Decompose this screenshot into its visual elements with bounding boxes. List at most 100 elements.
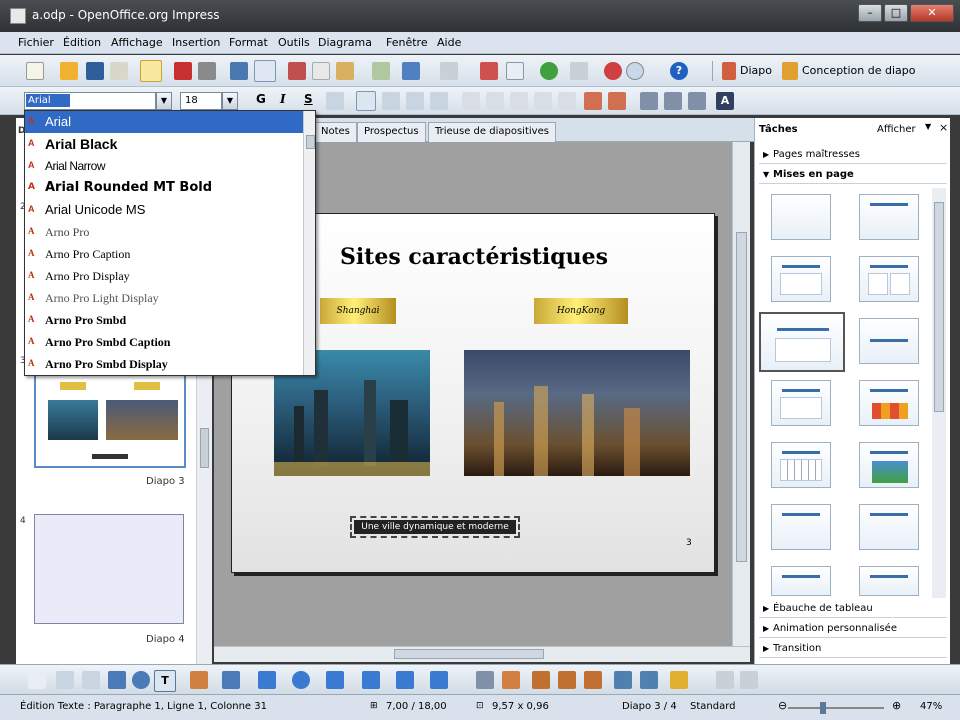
- curve-icon[interactable]: [190, 671, 208, 689]
- points-icon[interactable]: [476, 671, 494, 689]
- align-objects-icon[interactable]: [640, 671, 658, 689]
- glue-points-icon[interactable]: [502, 671, 520, 689]
- menu-outils[interactable]: Outils: [278, 36, 310, 49]
- font-list-scrollbar[interactable]: [303, 111, 315, 375]
- rectangle-icon[interactable]: [108, 671, 126, 689]
- slide-design-icon[interactable]: [782, 62, 798, 80]
- bold-button[interactable]: G: [256, 92, 266, 106]
- decrease-font-icon[interactable]: [608, 92, 626, 110]
- hongkong-label-box[interactable]: HongKong: [534, 298, 628, 324]
- menu-aide[interactable]: Aide: [437, 36, 461, 49]
- menu-fenetre[interactable]: Fenêtre: [386, 36, 428, 49]
- align-right-icon[interactable]: [406, 92, 424, 110]
- maximize-button[interactable]: □: [884, 4, 908, 22]
- print-icon[interactable]: [198, 62, 216, 80]
- auto-spellcheck-icon[interactable]: [254, 60, 276, 82]
- move-up-icon[interactable]: [534, 92, 552, 110]
- new-document-icon[interactable]: [26, 62, 44, 80]
- arrange-icon[interactable]: [670, 671, 688, 689]
- zoom-out-icon[interactable]: ⊖: [778, 699, 787, 712]
- font-option-arial-black[interactable]: A Arial Black: [25, 133, 303, 155]
- section-transition[interactable]: ▶ Transition: [759, 640, 947, 658]
- basic-shapes-icon[interactable]: [258, 671, 276, 689]
- hongkong-photo[interactable]: [464, 350, 690, 476]
- font-dropdown-button[interactable]: ▼: [156, 92, 172, 110]
- layout-chart-text[interactable]: [771, 566, 831, 596]
- status-zoom[interactable]: 47%: [920, 701, 942, 712]
- paragraph-icon[interactable]: [664, 92, 682, 110]
- clone-format-icon[interactable]: [372, 62, 390, 80]
- strike-button[interactable]: S: [304, 92, 313, 106]
- from-file-icon[interactable]: [558, 671, 576, 689]
- layout-title-only[interactable]: [859, 194, 919, 240]
- layout-text-chart[interactable]: [771, 504, 831, 550]
- font-option-arno-pro-display[interactable]: A Arno Pro Display: [25, 265, 303, 287]
- toggle-3d-icon[interactable]: [740, 671, 758, 689]
- stars-icon[interactable]: [430, 671, 448, 689]
- layout-centered-text[interactable]: [859, 318, 919, 364]
- caption-textbox[interactable]: Une ville dynamique et moderne: [350, 516, 520, 538]
- font-name-value[interactable]: Arial: [26, 94, 70, 107]
- ellipse-icon[interactable]: [132, 671, 150, 689]
- slideshow-button[interactable]: Diapo: [740, 64, 772, 77]
- bullets-icon[interactable]: [462, 92, 480, 110]
- symbol-shapes-icon[interactable]: [292, 671, 310, 689]
- menu-fichier[interactable]: Fichier: [18, 36, 54, 49]
- font-option-arno-pro-smbd[interactable]: A Arno Pro Smbd: [25, 309, 303, 331]
- callouts-icon[interactable]: [396, 671, 414, 689]
- rotate-icon[interactable]: [614, 671, 632, 689]
- promote-icon[interactable]: [486, 92, 504, 110]
- slideshow-icon[interactable]: [722, 62, 736, 80]
- copy-icon[interactable]: [312, 62, 330, 80]
- layout-title-slide-selected[interactable]: [759, 312, 845, 372]
- minimize-button[interactable]: –: [858, 4, 882, 22]
- justify-icon[interactable]: [430, 92, 448, 110]
- font-dropdown-list[interactable]: A Arial A Arial Black A Arial Narrow A Arial…: [24, 110, 316, 376]
- slide-thumbnail-3[interactable]: [34, 372, 186, 468]
- zoom-slider-thumb[interactable]: [820, 702, 826, 714]
- chart-icon[interactable]: [480, 62, 498, 80]
- line-icon[interactable]: [56, 671, 74, 689]
- character-icon[interactable]: [640, 92, 658, 110]
- increase-font-icon[interactable]: [584, 92, 602, 110]
- layout-title-chart[interactable]: [859, 380, 919, 426]
- layout-title-table[interactable]: [771, 442, 831, 488]
- hide-icon[interactable]: [604, 62, 622, 80]
- block-arrows-icon[interactable]: [326, 671, 344, 689]
- tab-slide-sorter[interactable]: Trieuse de diapositives: [428, 122, 556, 142]
- font-option-arial[interactable]: A Arial: [25, 111, 303, 133]
- align-center-icon[interactable]: [382, 92, 400, 110]
- font-size-field[interactable]: 18: [180, 92, 222, 110]
- align-left-icon[interactable]: [356, 91, 376, 111]
- section-master-pages[interactable]: ▶ Pages maîtresses: [759, 146, 947, 164]
- font-option-arno-pro-smbd-caption[interactable]: A Arno Pro Smbd Caption: [25, 331, 303, 353]
- cut-icon[interactable]: [288, 62, 306, 80]
- section-table-design[interactable]: ▶ Ébauche de tableau: [759, 600, 947, 618]
- undo-icon[interactable]: [402, 62, 420, 80]
- open-folder-icon[interactable]: [60, 62, 78, 80]
- zoom-in-icon[interactable]: ⊕: [892, 699, 901, 712]
- font-option-arno-pro-smbd-display[interactable]: A Arno Pro Smbd Display: [25, 353, 303, 375]
- help-icon[interactable]: ?: [670, 62, 688, 80]
- layout-title-picture[interactable]: [859, 442, 919, 488]
- workspace-vertical-scrollbar[interactable]: [732, 142, 750, 646]
- font-option-arno-pro-caption[interactable]: A Arno Pro Caption: [25, 243, 303, 265]
- shanghai-label-box[interactable]: Shanghai: [320, 298, 396, 324]
- flowchart-icon[interactable]: [362, 671, 380, 689]
- menu-edition[interactable]: Édition: [63, 36, 101, 49]
- close-button[interactable]: ✕: [910, 4, 954, 22]
- arrow-line-icon[interactable]: [82, 671, 100, 689]
- paste-icon[interactable]: [336, 62, 354, 80]
- layout-picture-text[interactable]: [859, 566, 919, 596]
- layout-title-two-content[interactable]: [859, 256, 919, 302]
- zoom-slider[interactable]: [788, 707, 884, 709]
- email-icon[interactable]: [110, 62, 128, 80]
- spellcheck-icon[interactable]: [230, 62, 248, 80]
- tasks-view-menu[interactable]: Afficher: [877, 124, 916, 135]
- caption-text[interactable]: Une ville dynamique et moderne: [354, 520, 516, 534]
- slide-thumbnail-4[interactable]: [34, 514, 184, 624]
- font-option-arno-pro-light-display[interactable]: A Arno Pro Light Display: [25, 287, 303, 309]
- connector-icon[interactable]: [222, 671, 240, 689]
- redo-icon[interactable]: [440, 62, 458, 80]
- extrusion-icon[interactable]: [716, 671, 734, 689]
